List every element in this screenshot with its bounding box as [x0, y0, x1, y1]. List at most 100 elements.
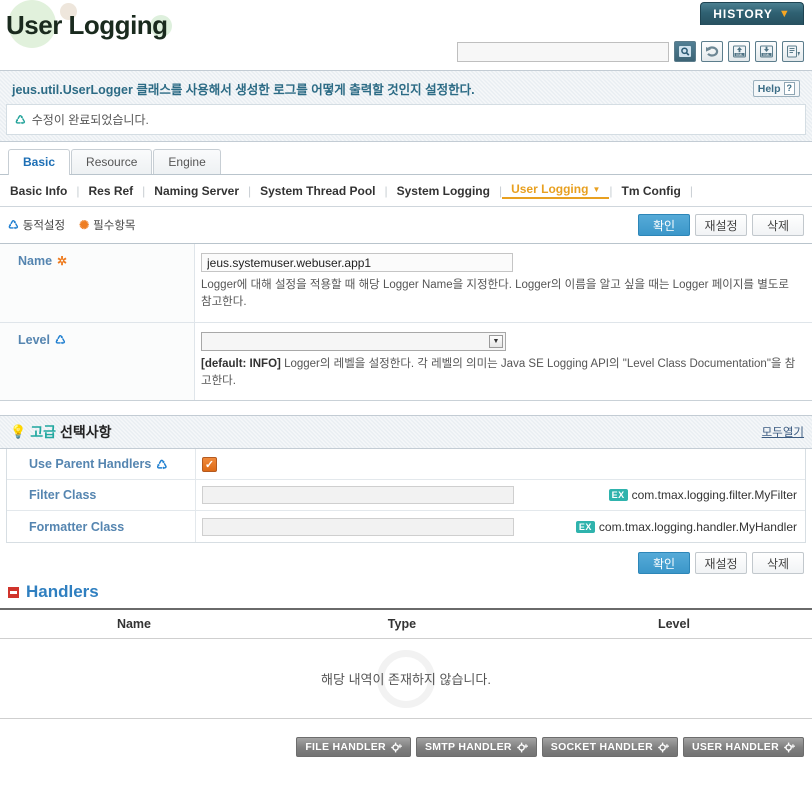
xml-upload-icon-button[interactable]: XML: [728, 41, 750, 62]
tab-resource[interactable]: Resource: [71, 149, 153, 174]
tab-engine[interactable]: Engine: [153, 149, 221, 174]
info-banner: jeus.util.UserLogger 클래스를 사용해서 생성한 로그를 어…: [0, 70, 812, 142]
level-label-text: Level: [18, 332, 50, 347]
svg-text:XML: XML: [762, 53, 769, 57]
form-row-name: Name ✲ Logger에 대해 설정을 적용할 때 해당 Logger Na…: [0, 244, 812, 323]
tab-basic[interactable]: Basic: [8, 149, 71, 175]
help-label: Help: [757, 82, 781, 95]
name-description: Logger에 대해 설정을 적용할 때 해당 Logger Name을 지정한…: [201, 279, 789, 309]
smtp-handler-button[interactable]: SMTP HANDLER: [415, 737, 537, 757]
refresh-icon-button[interactable]: [701, 41, 723, 62]
empty-state-cell: 해당 내역이 존재하지 않습니다.: [0, 638, 812, 719]
name-label-text: Name: [18, 254, 53, 268]
chevron-down-icon: ▼: [778, 8, 791, 20]
advanced-row-use-parent-handlers: Use Parent Handlers ♺ ✓: [7, 449, 805, 480]
export-icon-button[interactable]: [782, 41, 804, 62]
file-handler-button[interactable]: FILE HANDLER: [296, 737, 411, 757]
history-button[interactable]: HISTORY ▼: [700, 2, 804, 25]
socket-handler-button[interactable]: SOCKET HANDLER: [541, 737, 678, 757]
user-handler-label: USER HANDLER: [691, 741, 779, 753]
xml-upload-icon: XML: [732, 45, 746, 58]
help-button[interactable]: Help ?: [752, 80, 800, 97]
gear-plus-icon: [784, 742, 795, 752]
name-input[interactable]: [201, 253, 513, 272]
reset-button[interactable]: 재설정: [695, 214, 747, 236]
section-marker-icon: [8, 586, 19, 598]
formatter-class-label: Formatter Class: [7, 511, 196, 542]
page-header: User Logging HISTORY ▼ XML XML: [0, 0, 812, 70]
level-description-text: Logger의 레벨을 설정한다. 각 레벨의 의미는 Java SE Logg…: [201, 357, 796, 387]
main-tabs: Basic Resource Engine: [0, 142, 812, 175]
confirm-button[interactable]: 확인: [638, 552, 690, 574]
status-text: 수정이 완료되었습니다.: [31, 113, 149, 127]
advanced-title-keyword: 고급: [30, 424, 56, 440]
user-handler-button[interactable]: USER HANDLER: [682, 737, 804, 757]
confirm-button[interactable]: 확인: [638, 214, 690, 236]
gear-plus-icon: [516, 742, 528, 752]
column-header-type: Type: [267, 608, 536, 639]
formatter-class-input[interactable]: [202, 517, 514, 536]
expand-all-link[interactable]: 모두열기: [762, 424, 804, 440]
advanced-header: 💡 고급 선택사항 모두열기: [0, 415, 812, 449]
subnav-item-system-thread-pool[interactable]: System Thread Pool: [251, 184, 384, 198]
table-row-empty: 해당 내역이 존재하지 않습니다.: [0, 638, 812, 719]
advanced-row-filter-class: Filter Class EX com.tmax.logging.filter.…: [7, 480, 805, 511]
subnav-item-user-logging[interactable]: User Logging ▼: [502, 182, 610, 199]
empty-state-message: 해당 내역이 존재하지 않습니다.: [321, 672, 491, 687]
level-default-tag: [default: INFO]: [201, 357, 281, 370]
handlers-table: Name Type Level 해당 내역이 존재하지 않습니다.: [0, 608, 812, 719]
banner-description: jeus.util.UserLogger 클래스를 사용해서 생성한 로그를 어…: [12, 83, 475, 97]
page-title: User Logging: [6, 10, 168, 40]
refresh-icon: ♺: [54, 332, 66, 347]
handler-buttons: FILE HANDLER SMTP HANDLER SOCKET HANDLER: [0, 719, 812, 757]
use-parent-handlers-checkbox[interactable]: ✓: [202, 456, 217, 472]
delete-button[interactable]: 삭제: [752, 552, 804, 574]
banner-description-row: jeus.util.UserLogger 클래스를 사용해서 생성한 로그를 어…: [6, 76, 806, 104]
search-toolbar: XML XML: [457, 41, 804, 62]
subnav-item-basic-info[interactable]: Basic Info: [8, 184, 76, 198]
search-icon-button[interactable]: [674, 41, 696, 62]
legend-required-label: 필수항목: [93, 220, 136, 232]
legend-dynamic: ♺ 동적설정: [8, 217, 65, 233]
gear-plus-icon: [391, 742, 402, 752]
search-icon: [679, 46, 691, 57]
form-action-row: ♺ 동적설정 ✺ 필수항목 확인 재설정 삭제: [0, 207, 812, 243]
file-handler-label: FILE HANDLER: [305, 741, 386, 753]
export-icon: [786, 45, 800, 58]
advanced-title-rest: 선택사항: [59, 424, 112, 440]
refresh-icon: ♺: [8, 218, 19, 232]
filter-class-input[interactable]: [202, 486, 514, 504]
status-message: ♺ 수정이 완료되었습니다.: [6, 104, 806, 135]
use-parent-handlers-field: ✓: [196, 452, 805, 477]
subnav-item-system-logging[interactable]: System Logging: [388, 184, 499, 198]
subnav-item-tm-config[interactable]: Tm Config: [612, 184, 689, 198]
level-label: Level ♺: [0, 322, 195, 400]
advanced-body: Use Parent Handlers ♺ ✓ Filter Class EX …: [6, 449, 806, 543]
chevron-down-icon: ▼: [592, 184, 601, 194]
delete-button[interactable]: 삭제: [752, 214, 804, 236]
subnav-item-res-ref[interactable]: Res Ref: [79, 184, 142, 198]
refresh-icon: [705, 46, 718, 57]
chevron-down-icon[interactable]: ▼: [489, 334, 503, 348]
level-select[interactable]: ▼: [201, 331, 506, 351]
subnav-separator: |: [689, 183, 693, 198]
question-mark-icon: ?: [783, 82, 795, 95]
reset-button[interactable]: 재설정: [695, 552, 747, 574]
socket-handler-label: SOCKET HANDLER: [550, 741, 653, 753]
level-field-cell: ▼ [default: INFO] Logger의 레벨을 설정한다. 각 레벨…: [195, 323, 812, 401]
filter-class-field: EX com.tmax.logging.filter.MyFilter: [196, 481, 805, 509]
xml-download-icon-button[interactable]: XML: [755, 41, 777, 62]
advanced-section: 💡 고급 선택사항 모두열기 Use Parent Handlers ♺ ✓ F…: [0, 415, 812, 543]
form-action-row-bottom: 확인 재설정 삭제: [0, 543, 812, 580]
sub-navigation: Basic Info | Res Ref | Naming Server | S…: [0, 175, 812, 207]
subnav-item-label: User Logging: [511, 182, 589, 196]
subnav-item-naming-server[interactable]: Naming Server: [145, 184, 248, 198]
search-input[interactable]: [457, 41, 669, 62]
asterisk-icon: ✲: [57, 254, 68, 268]
gear-plus-icon: [658, 742, 669, 752]
example-badge: EX: [608, 489, 628, 501]
filter-class-label: Filter Class: [7, 480, 196, 510]
svg-text:XML: XML: [735, 53, 742, 57]
filter-class-example: EX com.tmax.logging.filter.MyFilter: [608, 488, 797, 502]
action-buttons-top: 확인 재설정 삭제: [638, 214, 804, 236]
